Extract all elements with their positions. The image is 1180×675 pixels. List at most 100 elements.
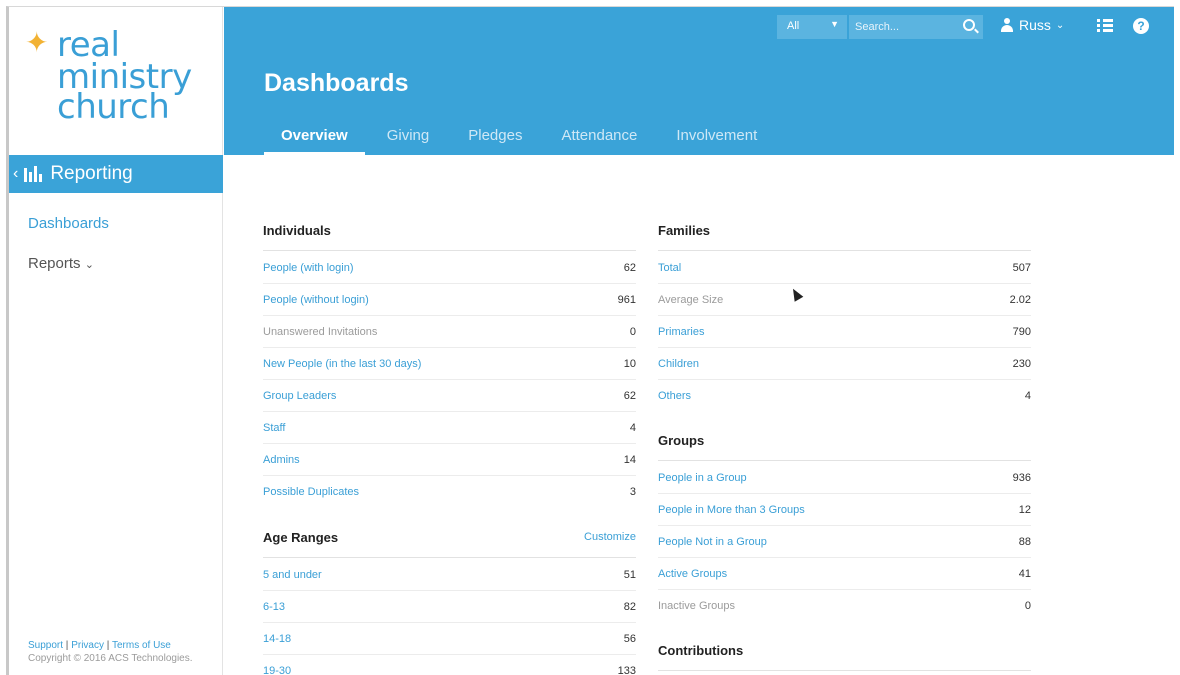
table-row[interactable]: Children 230 bbox=[658, 348, 1031, 380]
section-header-age-ranges: Age Ranges Customize bbox=[263, 530, 636, 558]
row-label[interactable]: Active Groups bbox=[658, 568, 727, 580]
search-input[interactable] bbox=[849, 15, 953, 39]
page-header: All ▼ Russ ⌄ ? Dashboards Overview Givin… bbox=[224, 7, 1174, 155]
row-label[interactable]: Staff bbox=[263, 422, 285, 434]
row-label[interactable]: New People (in the last 30 days) bbox=[263, 358, 421, 370]
top-toolbar: All ▼ Russ ⌄ ? bbox=[777, 15, 1174, 41]
row-label[interactable]: 6-13 bbox=[263, 601, 285, 613]
row-value: 230 bbox=[1012, 358, 1031, 370]
section-title-individuals: Individuals bbox=[263, 223, 636, 251]
search-scope-value: All bbox=[787, 20, 800, 32]
user-icon bbox=[1001, 18, 1013, 32]
table-row[interactable]: 14-18 56 bbox=[263, 623, 636, 655]
row-value: 4 bbox=[1024, 390, 1031, 402]
privacy-link[interactable]: Privacy bbox=[71, 640, 104, 651]
dashboard-content: Individuals People (with login) 62 Peopl… bbox=[224, 155, 1174, 675]
row-value: 0 bbox=[1024, 600, 1031, 612]
row-label[interactable]: Admins bbox=[263, 454, 300, 466]
row-label[interactable]: Primaries bbox=[658, 326, 704, 338]
table-row[interactable]: 6-13 82 bbox=[263, 591, 636, 623]
customize-link[interactable]: Customize bbox=[584, 531, 636, 543]
row-label[interactable]: 14-18 bbox=[263, 633, 291, 645]
table-row[interactable]: Active Groups 41 bbox=[658, 558, 1031, 590]
table-row[interactable]: Staff 4 bbox=[263, 412, 636, 444]
user-menu[interactable]: Russ ⌄ bbox=[1001, 17, 1064, 33]
terms-link[interactable]: Terms of Use bbox=[112, 640, 171, 651]
tab-involvement[interactable]: Involvement bbox=[659, 125, 774, 155]
table-row[interactable]: Possible Duplicates 3 bbox=[263, 476, 636, 508]
row-value: 3 bbox=[629, 486, 636, 498]
row-label[interactable]: Children bbox=[658, 358, 699, 370]
chevron-down-icon: ⌄ bbox=[1055, 19, 1065, 31]
row-value: 82 bbox=[623, 601, 636, 613]
sidebar-item-reports[interactable]: Reports ⌄ bbox=[28, 255, 94, 272]
table-row[interactable]: New People (in the last 30 days) 10 bbox=[263, 348, 636, 380]
row-label[interactable]: People in a Group bbox=[658, 472, 747, 484]
row-value: 961 bbox=[617, 294, 636, 306]
row-value: 51 bbox=[623, 569, 636, 581]
table-row[interactable]: Primaries 790 bbox=[658, 316, 1031, 348]
tab-overview[interactable]: Overview bbox=[264, 125, 365, 155]
help-icon[interactable]: ? bbox=[1133, 18, 1149, 34]
table-row: Unanswered Invitations 0 bbox=[263, 316, 636, 348]
row-label[interactable]: People in More than 3 Groups bbox=[658, 504, 805, 516]
tab-attendance[interactable]: Attendance bbox=[544, 125, 654, 155]
row-label: Unanswered Invitations bbox=[263, 326, 378, 338]
row-label[interactable]: Possible Duplicates bbox=[263, 486, 359, 498]
section-title-contributions: Contributions bbox=[658, 643, 1031, 671]
section-title-families: Families bbox=[658, 223, 1031, 251]
table-row[interactable]: People (without login) 961 bbox=[263, 284, 636, 316]
reporting-back-button[interactable]: ‹ Reporting bbox=[9, 155, 223, 193]
sidebar-item-label: Reports bbox=[28, 255, 81, 272]
table-row[interactable]: Group Leaders 62 bbox=[263, 380, 636, 412]
table-row[interactable]: Others 4 bbox=[658, 380, 1031, 412]
row-value: 10 bbox=[623, 358, 636, 370]
caret-down-icon: ▼ bbox=[830, 19, 839, 29]
row-value: 507 bbox=[1012, 262, 1031, 274]
church-logo[interactable]: ✦ real ministry church bbox=[25, 25, 215, 135]
row-label[interactable]: People (without login) bbox=[263, 294, 369, 306]
row-label[interactable]: 19-30 bbox=[263, 665, 291, 675]
list-view-icon[interactable] bbox=[1097, 19, 1113, 33]
row-label: Inactive Groups bbox=[658, 600, 736, 612]
row-value: 12 bbox=[1018, 504, 1031, 516]
table-row[interactable]: Admins 14 bbox=[263, 444, 636, 476]
user-name: Russ bbox=[1019, 17, 1051, 33]
table-row[interactable]: 19-30 133 bbox=[263, 655, 636, 675]
sidebar-item-dashboards[interactable]: Dashboards bbox=[28, 215, 109, 232]
tab-pledges[interactable]: Pledges bbox=[451, 125, 539, 155]
row-value: 2.02 bbox=[1009, 294, 1031, 306]
row-label[interactable]: 5 and under bbox=[263, 569, 322, 581]
chevron-left-icon: ‹ bbox=[13, 165, 19, 182]
section-title-age-ranges: Age Ranges bbox=[263, 530, 339, 545]
row-value: 62 bbox=[623, 262, 636, 274]
row-value: 88 bbox=[1018, 536, 1031, 548]
tab-giving[interactable]: Giving bbox=[370, 125, 447, 155]
row-value: 56 bbox=[623, 633, 636, 645]
table-row[interactable]: Total 507 bbox=[658, 252, 1031, 284]
table-row[interactable]: 5 and under 51 bbox=[263, 559, 636, 591]
section-title-groups: Groups bbox=[658, 433, 1031, 461]
row-value: 936 bbox=[1012, 472, 1031, 484]
table-row[interactable]: People (with login) 62 bbox=[263, 252, 636, 284]
row-label[interactable]: People Not in a Group bbox=[658, 536, 767, 548]
support-link[interactable]: Support bbox=[28, 640, 63, 651]
search-scope-select[interactable]: All ▼ bbox=[777, 15, 847, 39]
logo-word-3: church bbox=[57, 87, 170, 127]
table-row[interactable]: People Not in a Group 88 bbox=[658, 526, 1031, 558]
chevron-down-icon: ⌄ bbox=[84, 259, 94, 271]
row-value: 41 bbox=[1018, 568, 1031, 580]
row-label[interactable]: Group Leaders bbox=[263, 390, 336, 402]
row-label[interactable]: Others bbox=[658, 390, 691, 402]
row-value: 4 bbox=[629, 422, 636, 434]
table-row[interactable]: People in a Group 936 bbox=[658, 462, 1031, 494]
star-icon: ✦ bbox=[25, 27, 49, 58]
row-label[interactable]: Total bbox=[658, 262, 681, 274]
sidebar: ✦ real ministry church ‹ Reporting Dashb… bbox=[9, 7, 223, 675]
row-value: 14 bbox=[623, 454, 636, 466]
search-icon[interactable] bbox=[963, 19, 975, 31]
section-label: Reporting bbox=[50, 163, 133, 184]
row-label[interactable]: People (with login) bbox=[263, 262, 354, 274]
table-row[interactable]: People in More than 3 Groups 12 bbox=[658, 494, 1031, 526]
app-window: ✦ real ministry church ‹ Reporting Dashb… bbox=[6, 6, 1174, 675]
